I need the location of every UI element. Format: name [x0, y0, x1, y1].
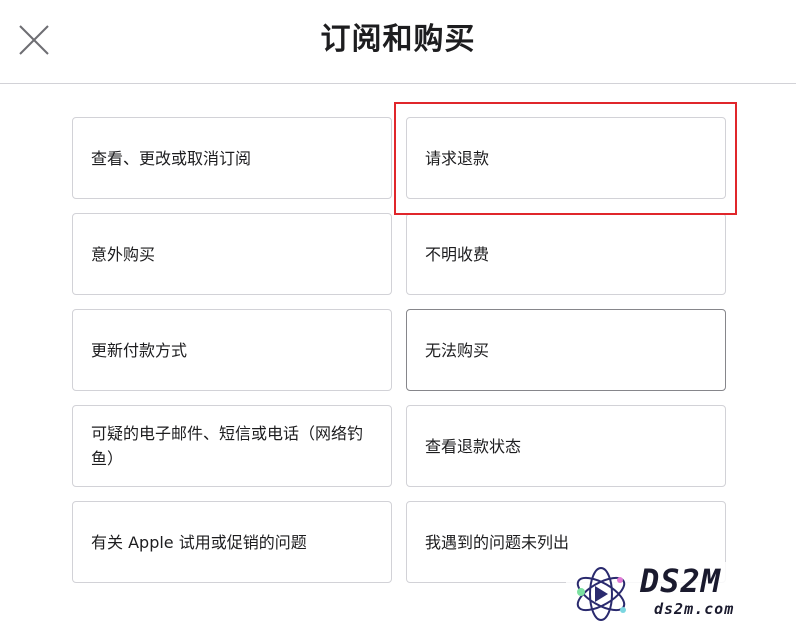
options-grid: 查看、更改或取消订阅 请求退款 意外购买 不明收费 更新付款方式 无法购买 可疑…: [72, 117, 726, 583]
option-trial-promo[interactable]: 有关 Apple 试用或促销的问题: [72, 501, 392, 583]
watermark-subtext: ds2m.com: [654, 600, 735, 618]
option-manage-subscriptions[interactable]: 查看、更改或取消订阅: [72, 117, 392, 199]
atom-icon: [576, 567, 626, 621]
watermark-logo: DS2M ds2m.com: [566, 562, 788, 624]
option-request-refund[interactable]: 请求退款: [406, 117, 726, 199]
option-phishing[interactable]: 可疑的电子邮件、短信或电话（网络钓鱼）: [72, 405, 392, 487]
page-title: 订阅和购买: [320, 22, 476, 57]
option-update-payment[interactable]: 更新付款方式: [72, 309, 392, 391]
watermark-text: DS2M: [640, 562, 722, 600]
page-header: 订阅和购买: [0, 0, 796, 84]
option-refund-status[interactable]: 查看退款状态: [406, 405, 726, 487]
option-unknown-charge[interactable]: 不明收费: [406, 213, 726, 295]
option-accidental-purchase[interactable]: 意外购买: [72, 213, 392, 295]
option-cannot-purchase[interactable]: 无法购买: [406, 309, 726, 391]
